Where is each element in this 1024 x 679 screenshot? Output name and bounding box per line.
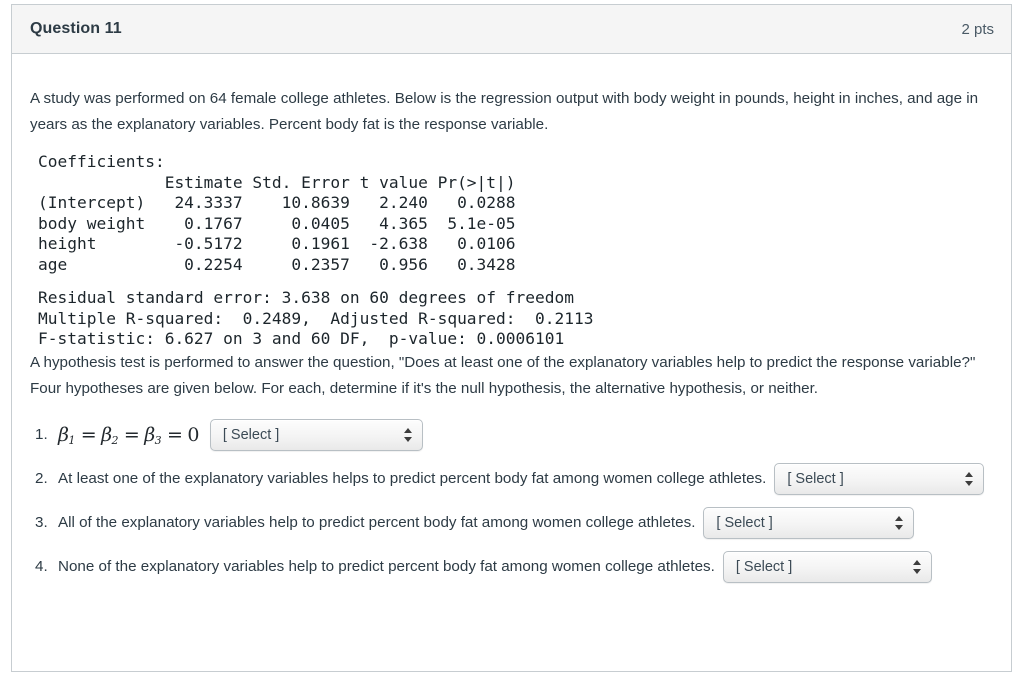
item-text-2: At least one of the explanatory variable… — [58, 470, 774, 487]
chevron-updown-icon — [895, 515, 904, 531]
f-statistic-line: F-statistic: 6.627 on 3 and 60 DF, p-val… — [38, 329, 564, 348]
select-dropdown-4[interactable]: [ Select ] — [723, 551, 932, 583]
spacer — [38, 275, 993, 288]
chevron-updown-icon — [965, 471, 974, 487]
item-text-3: All of the explanatory variables help to… — [58, 514, 703, 531]
chevron-updown-icon — [913, 559, 922, 575]
coefficient-row-body-weight: body weight 0.1767 0.0405 4.365 5.1e-05 — [38, 214, 516, 233]
beta-symbol: β — [101, 424, 112, 446]
coefficients-column-header: Estimate Std. Error t value Pr(>|t|) — [38, 173, 516, 192]
equals-symbol: = — [163, 424, 187, 446]
coefficient-row-intercept: (Intercept) 24.3337 10.8639 2.240 0.0288 — [38, 193, 516, 212]
list-item: 1. β1=β2=β3=0 [ Select ] — [30, 418, 993, 452]
select-dropdown-1[interactable]: [ Select ] — [210, 419, 423, 451]
zero-value: 0 — [187, 424, 200, 446]
beta-subscript: 3 — [155, 434, 162, 447]
item-number-4: 4. — [30, 558, 58, 575]
equals-symbol: = — [120, 424, 144, 446]
residual-standard-error-line: Residual standard error: 3.638 on 60 deg… — [38, 288, 574, 307]
question-header: Question 11 2 pts — [12, 5, 1011, 54]
select-dropdown-3-label: [ Select ] — [704, 515, 772, 531]
list-item: 2. At least one of the explanatory varia… — [30, 462, 993, 496]
intro-paragraph: A study was performed on 64 female colle… — [30, 86, 993, 138]
item-number-1: 1. — [30, 426, 58, 443]
select-dropdown-4-label: [ Select ] — [724, 559, 792, 575]
coefficient-row-age: age 0.2254 0.2357 0.956 0.3428 — [38, 255, 516, 274]
beta-subscript: 1 — [68, 434, 75, 447]
select-dropdown-3[interactable]: [ Select ] — [703, 507, 914, 539]
r-squared-line: Multiple R-squared: 0.2489, Adjusted R-s… — [38, 309, 594, 328]
hypothesis-intro-line2: Four hypotheses are given below. For eac… — [30, 376, 993, 402]
list-item: 4. None of the explanatory variables hel… — [30, 550, 993, 584]
item-number-2: 2. — [30, 470, 58, 487]
coefficients-heading: Coefficients: — [38, 152, 165, 171]
select-dropdown-1-label: [ Select ] — [211, 427, 279, 443]
coefficient-row-height: height -0.5172 0.1961 -2.638 0.0106 — [38, 234, 516, 253]
beta-symbol: β — [144, 424, 155, 446]
item-formula-1: β1=β2=β3=0 — [58, 424, 210, 446]
question-body: A study was performed on 64 female colle… — [12, 54, 1011, 584]
regression-output-block: Coefficients: Estimate Std. Error t valu… — [38, 152, 993, 350]
item-text-4: None of the explanatory variables help t… — [58, 558, 723, 575]
question-points: 2 pts — [961, 21, 994, 38]
hypothesis-list: 1. β1=β2=β3=0 [ Select ] 2. At least one… — [30, 418, 993, 584]
beta-subscript: 2 — [112, 434, 119, 447]
select-dropdown-2[interactable]: [ Select ] — [774, 463, 984, 495]
item-number-3: 3. — [30, 514, 58, 531]
select-dropdown-2-label: [ Select ] — [775, 471, 843, 487]
question-card: Question 11 2 pts A study was performed … — [11, 4, 1012, 672]
page-title: Question 11 — [30, 20, 122, 38]
list-item: 3. All of the explanatory variables help… — [30, 506, 993, 540]
equals-symbol: = — [77, 424, 101, 446]
chevron-updown-icon — [404, 427, 413, 443]
hypothesis-intro-line1: A hypothesis test is performed to answer… — [30, 350, 993, 376]
